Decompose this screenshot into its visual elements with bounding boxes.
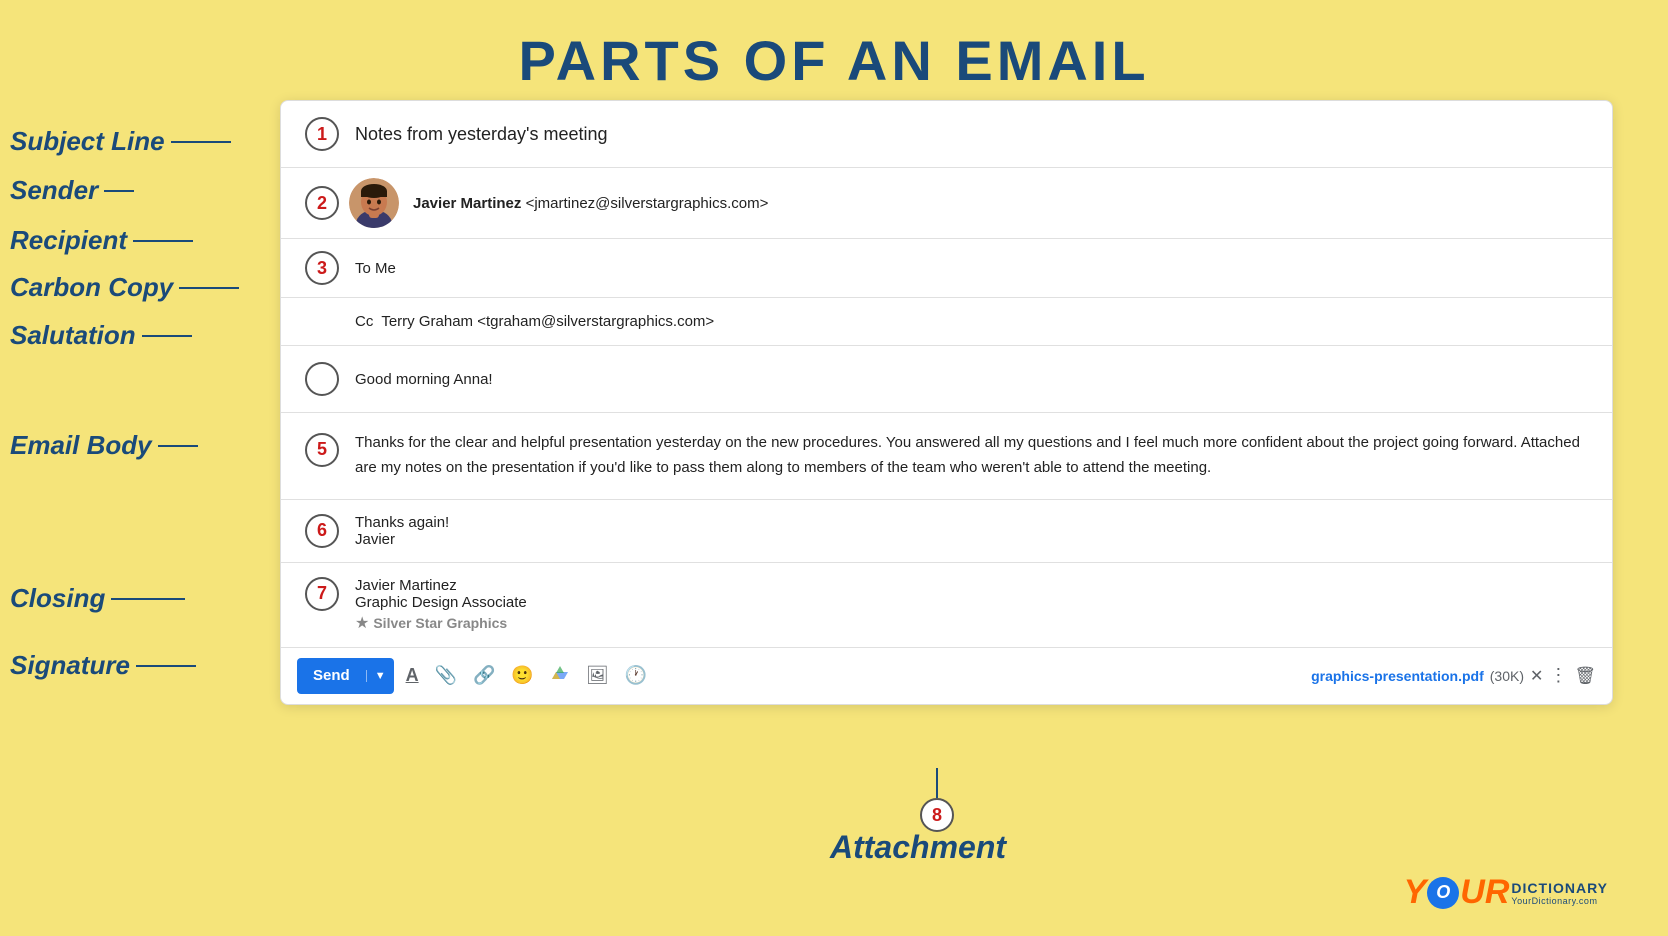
sender-name: Javier Martinez — [413, 195, 521, 212]
email-body-connector — [158, 445, 198, 447]
badge-1: 1 — [305, 117, 339, 151]
attachment-delete-icon[interactable]: 🗑 — [1574, 666, 1596, 686]
sig-title: Graphic Design Associate — [355, 594, 527, 611]
recipient-row: 3 To Me — [281, 239, 1612, 298]
label-subject-line: Subject Line — [10, 126, 231, 157]
logo-your: Y — [1404, 873, 1427, 912]
closing-line1: Thanks again! — [355, 514, 449, 531]
badge8-line — [936, 768, 938, 798]
carbon-copy-connector — [179, 287, 239, 289]
toolbar-row: Send ▼ A 📎 🔗 🙂 🖼 🕐 graphics-presentation… — [281, 648, 1612, 704]
label-sender: Sender — [10, 175, 134, 206]
label-email-body-text: Email Body — [10, 430, 152, 461]
attachment-more-icon[interactable]: ⋮ — [1549, 665, 1568, 686]
label-carbon-copy: Carbon Copy — [10, 272, 239, 303]
format-text-icon[interactable]: A — [402, 661, 423, 690]
badge-6: 6 — [305, 514, 339, 548]
schedule-icon[interactable]: 🕐 — [621, 661, 651, 690]
logo-ur: UR — [1460, 873, 1509, 912]
page-title: PARTS OF AN EMAIL — [0, 0, 1668, 111]
closing-line2: Javier — [355, 531, 449, 548]
logo-o-circle: O — [1427, 877, 1459, 909]
recipient-text: To Me — [355, 260, 396, 277]
salutation-row: Good morning Anna! — [281, 346, 1612, 413]
badge-7: 7 — [305, 577, 339, 611]
sig-company: ★ Silver Star Graphics — [355, 613, 527, 633]
signature-row: 7 Javier Martinez Graphic Design Associa… — [281, 563, 1612, 648]
recipient-connector — [133, 240, 193, 242]
label-closing: Closing — [10, 583, 185, 614]
body-row: 5 Thanks for the clear and helpful prese… — [281, 413, 1612, 500]
subject-text: Notes from yesterday's meeting — [355, 124, 608, 145]
cc-name: Terry Graham — [381, 313, 473, 330]
badge-5: 5 — [305, 433, 339, 467]
badge-2: 2 — [305, 186, 339, 220]
label-closing-text: Closing — [10, 583, 105, 614]
image-icon[interactable]: 🖼 — [582, 661, 613, 690]
badge-8: 8 — [920, 798, 954, 832]
avatar — [349, 178, 399, 228]
label-sender-text: Sender — [10, 175, 98, 206]
cc-label: Cc — [355, 313, 373, 330]
attachment-size: (30K) — [1490, 668, 1524, 684]
logo-dictionary: DICTIONARY YourDictionary.com — [1511, 880, 1608, 906]
subject-connector — [171, 141, 231, 143]
sender-row: 2 — [281, 168, 1612, 239]
email-panel: 1 Notes from yesterday's meeting 2 — [280, 100, 1613, 705]
send-button[interactable]: Send ▼ — [297, 658, 394, 694]
cc-row: Cc Terry Graham <tgraham@silverstargraph… — [281, 298, 1612, 346]
sig-name: Javier Martinez — [355, 577, 527, 594]
salutation-text: Good morning Anna! — [355, 371, 493, 388]
label-carbon-copy-text: Carbon Copy — [10, 272, 173, 303]
sender-connector — [104, 190, 134, 192]
label-salutation-text: Salutation — [10, 320, 136, 351]
label-recipient-text: Recipient — [10, 225, 127, 256]
subject-row: 1 Notes from yesterday's meeting — [281, 101, 1612, 168]
drive-icon[interactable] — [546, 659, 574, 692]
label-recipient: Recipient — [10, 225, 193, 256]
emoji-icon[interactable]: 🙂 — [507, 661, 537, 690]
label-signature: Signature — [10, 650, 196, 681]
label-signature-text: Signature — [10, 650, 130, 681]
closing-row: 6 Thanks again! Javier — [281, 500, 1612, 563]
sig-company-text: Silver Star Graphics — [373, 615, 507, 631]
badge-4 — [305, 362, 339, 396]
attachment-filename: graphics-presentation.pdf — [1311, 668, 1484, 684]
signature-content: Javier Martinez Graphic Design Associate… — [355, 577, 527, 633]
attachment-area: graphics-presentation.pdf (30K) ✕ ⋮ 🗑 — [1311, 665, 1596, 686]
attachment-close-icon[interactable]: ✕ — [1530, 666, 1543, 686]
label-salutation: Salutation — [10, 320, 192, 351]
sender-email: <jmartinez@silverstargraphics.com> — [526, 195, 769, 212]
signature-connector — [136, 665, 196, 667]
salutation-connector — [142, 335, 192, 337]
page-background: PARTS OF AN EMAIL 1 Notes from yesterday… — [0, 0, 1668, 936]
cc-email: <tgraham@silverstargraphics.com> — [477, 313, 714, 330]
link-icon[interactable]: 🔗 — [469, 661, 499, 690]
attachment-label: Attachment — [830, 829, 1006, 866]
label-email-body: Email Body — [10, 430, 198, 461]
attach-file-icon[interactable]: 📎 — [431, 661, 461, 690]
label-subject-text: Subject Line — [10, 126, 165, 157]
yourdictionary-logo: Y O UR DICTIONARY YourDictionary.com — [1404, 873, 1608, 912]
closing-connector — [111, 598, 185, 600]
body-text: Thanks for the clear and helpful present… — [355, 431, 1588, 481]
send-label: Send — [297, 667, 366, 684]
badge-3: 3 — [305, 251, 339, 285]
closing-text: Thanks again! Javier — [355, 514, 449, 548]
send-dropdown-arrow[interactable]: ▼ — [366, 670, 394, 682]
star-icon: ★ — [355, 613, 369, 633]
